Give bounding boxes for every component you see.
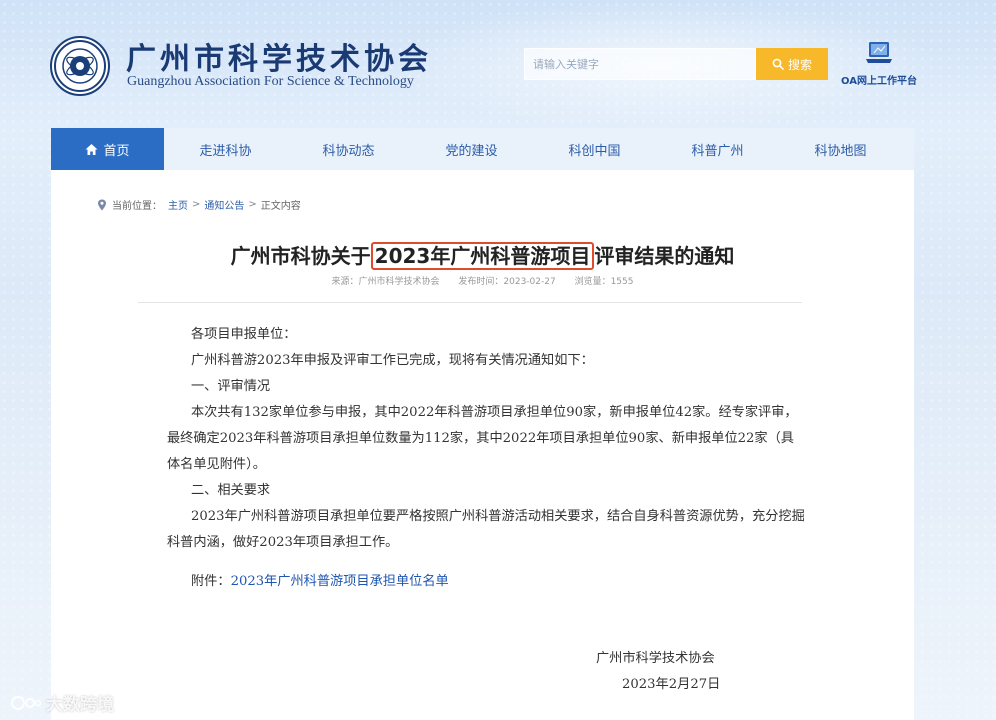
nav-item-label: 科协地图 (814, 143, 867, 159)
attachment-link[interactable]: 2023年广州科普游项目承担单位名单 (231, 574, 449, 589)
article-title: 广州市科协关于 2023年广州科普游项目 评审结果的通知 (51, 240, 914, 270)
nav-item-map[interactable]: 科协地图 (779, 128, 902, 170)
breadcrumb-prefix: 当前位置： (112, 201, 162, 212)
title-part-before: 广州市科协关于 (230, 244, 371, 268)
section-heading-requirements: 二、相关要求 (191, 483, 271, 498)
content-card: 当前位置： 主页 > 通知公告 > 正文内容 广州市科协关于 2023年广州科普游… (51, 170, 914, 720)
association-seal-icon[interactable] (50, 36, 110, 96)
breadcrumb-home-link[interactable]: 主页 (168, 197, 188, 212)
meta-source: 来源：广州市科学技术协会 (331, 277, 440, 287)
nav-item-label: 走进科协 (199, 143, 252, 159)
signature: 广州市科学技术协会 2023年2月27日 (596, 646, 796, 698)
nav-item-label: 科协动态 (322, 143, 375, 159)
search-button-label: 搜索 (787, 57, 812, 72)
signature-date: 2023年2月27日 (622, 677, 721, 692)
location-pin-icon (98, 199, 106, 210)
nav-item-about[interactable]: 走进科协 (164, 128, 287, 170)
watermark: 大数跨境 (10, 690, 114, 715)
nav-item-science[interactable]: 科普广州 (656, 128, 779, 170)
attachment: 附件：2023年广州科普游项目承担单位名单 (191, 570, 449, 589)
paragraph-intro: 广州科普游2023年申报及评审工作已完成，现将有关情况通知如下： (191, 353, 594, 368)
paragraph-salutation: 各项目申报单位： (191, 327, 297, 342)
article-meta: 来源：广州市科学技术协会 发布时间：2023-02-27 浏览量：1555 (51, 274, 914, 287)
nav-item-home[interactable]: 首页 (51, 128, 164, 170)
section-heading-review: 一、评审情况 (191, 379, 271, 394)
main-nav: 首页 走进科协 科协动态 党的建设 科创中国 科普广州 科协地图 (51, 128, 914, 170)
home-icon (85, 143, 98, 155)
nav-item-label: 首页 (103, 143, 130, 159)
watermark-text: 大数跨境 (46, 695, 114, 715)
nav-item-label: 科普广州 (691, 143, 744, 159)
site-subtitle: Guangzhou Association For Science & Tech… (127, 74, 414, 89)
breadcrumb: 当前位置： 主页 > 通知公告 > 正文内容 (97, 197, 301, 212)
title-divider (138, 302, 802, 303)
laptop-icon (866, 42, 892, 63)
title-part-after: 评审结果的通知 (594, 244, 735, 268)
oa-label: OA网上工作平台 (841, 76, 917, 87)
meta-views: 浏览量：1555 (574, 277, 634, 287)
search-box (524, 48, 756, 80)
nav-item-party[interactable]: 党的建设 (410, 128, 533, 170)
nav-item-label: 党的建设 (445, 143, 498, 159)
paragraph-review: 本次共有132家单位参与申报，其中2022年科普游项目承担单位90家，新申报单位… (167, 405, 798, 472)
site-title: 广州市科学技术协会 (126, 42, 432, 77)
article-body: 各项目申报单位： 广州科普游2023年申报及评审工作已完成，现将有关情况通知如下… (167, 322, 807, 556)
breadcrumb-separator: > (248, 199, 257, 210)
watermark-logo-icon (11, 695, 42, 710)
search-icon (772, 58, 784, 70)
oa-platform-link[interactable]: OA网上工作平台 (838, 40, 920, 92)
meta-published: 发布时间：2023-02-27 (458, 277, 556, 287)
site-header: 广州市科学技术协会 Guangzhou Association For Scie… (0, 0, 996, 128)
nav-item-label: 科创中国 (568, 143, 621, 159)
paragraph-requirements: 2023年广州科普游项目承担单位要严格按照广州科普游活动相关要求，结合自身科普资… (167, 509, 805, 550)
attachment-label: 附件： (191, 574, 231, 589)
title-highlight: 2023年广州科普游项目 (370, 242, 595, 270)
nav-item-innovation[interactable]: 科创中国 (533, 128, 656, 170)
breadcrumb-separator: > (192, 199, 201, 210)
search-button[interactable]: 搜索 (756, 48, 828, 80)
signature-org: 广州市科学技术协会 (596, 651, 715, 666)
breadcrumb-section-link[interactable]: 通知公告 (204, 197, 244, 212)
nav-item-news[interactable]: 科协动态 (287, 128, 410, 170)
breadcrumb-current: 正文内容 (260, 201, 301, 212)
search-input[interactable] (533, 57, 755, 71)
